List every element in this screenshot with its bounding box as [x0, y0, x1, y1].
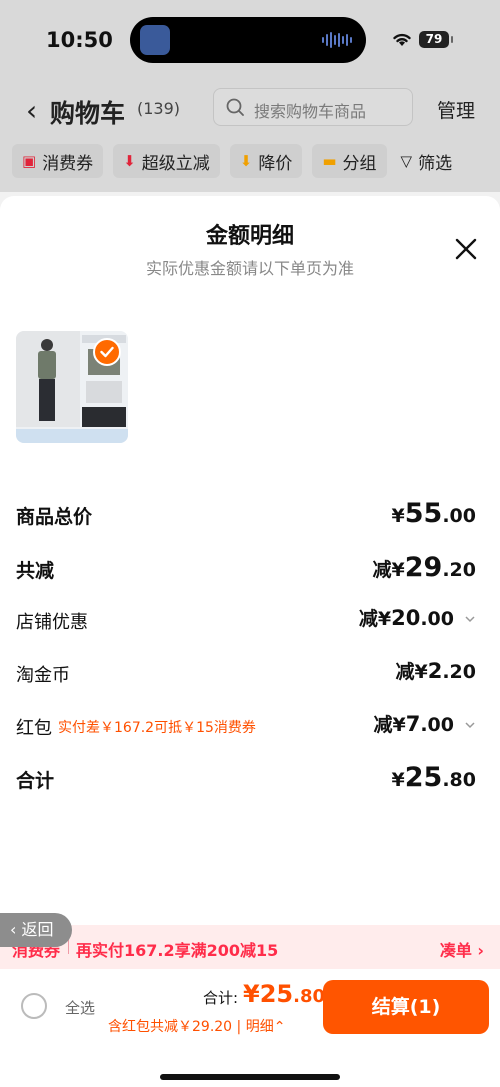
total-label: 合计:: [203, 989, 239, 1007]
chip-label: 超级立减: [141, 153, 210, 174]
row-value: 减¥20.00: [358, 606, 454, 630]
row-red-packet[interactable]: 红包 实付差￥167.2可抵￥15消费券 减¥7.00: [16, 706, 476, 746]
row-label: 合计: [16, 770, 55, 792]
search-icon: [226, 98, 244, 116]
chip-label: 筛选: [418, 153, 453, 174]
manage-button[interactable]: 管理: [437, 96, 475, 123]
app-icon: [140, 25, 170, 55]
battery-icon: 79: [419, 31, 453, 48]
select-all-label[interactable]: 全选: [65, 997, 95, 1018]
coupon-message: 再实付167.2享满200减15: [76, 941, 279, 960]
coupon-strip[interactable]: 消费券 再实付167.2享满200减15 凑单 ›: [0, 925, 500, 969]
row-grand-total: 合计 ¥25.80: [16, 758, 476, 798]
dynamic-island: [130, 17, 366, 63]
price-drop-icon: ⬇: [239, 152, 253, 170]
row-total-discount: 共减 减¥29.20: [16, 548, 476, 588]
chip-price-drop[interactable]: ⬇ 降价: [229, 144, 303, 178]
row-value: 减¥2.20: [395, 659, 476, 683]
ticket-icon: ▣: [22, 152, 37, 170]
row-total-price: 商品总价 ¥55.00: [16, 494, 476, 534]
checkout-button[interactable]: 结算(1): [323, 980, 489, 1034]
row-value: 减¥7.00: [373, 712, 454, 736]
chip-coupon[interactable]: ▣ 消费券: [12, 144, 104, 178]
page-title: 购物车: [50, 99, 126, 128]
row-store-discount[interactable]: 店铺优惠 减¥20.00: [16, 600, 476, 640]
home-indicator: [160, 1074, 340, 1080]
row-value: ¥25.80: [391, 762, 476, 793]
red-packet-tip: 实付差￥167.2可抵￥15消费券: [58, 720, 256, 736]
status-bar: 10:50 79: [0, 0, 500, 82]
sheet-subtitle: 实际优惠金额请以下单页为准: [145, 259, 354, 278]
clock: 10:50: [46, 28, 113, 52]
chip-super-discount[interactable]: ⬇ 超级立减: [113, 144, 220, 178]
down-arrow-icon: ⬇: [123, 152, 136, 170]
audio-wave-icon: [322, 31, 352, 49]
filter-icon: ▽: [400, 152, 413, 170]
select-all-radio[interactable]: [21, 993, 47, 1019]
wifi-icon: [393, 33, 411, 46]
back-button[interactable]: ‹: [26, 94, 37, 127]
selected-check-icon[interactable]: [93, 338, 121, 366]
close-icon[interactable]: [453, 236, 479, 262]
row-value: ¥55.00: [391, 498, 476, 529]
filter-chips: ▣ 消费券 ⬇ 超级立减 ⬇ 降价 ▬ 分组 ▽ 筛选: [12, 144, 456, 178]
row-label: 红包: [16, 718, 52, 739]
divider: [68, 940, 69, 954]
chevron-down-icon[interactable]: [464, 613, 476, 625]
row-label: 店铺优惠: [16, 612, 88, 633]
row-coins: 淘金币 减¥2.20: [16, 653, 476, 693]
chip-label: 消费券: [42, 153, 94, 174]
search-input[interactable]: 搜索购物车商品: [213, 88, 413, 126]
folder-icon: ▬: [322, 152, 337, 170]
row-value: 减¥29.20: [372, 552, 476, 583]
chip-label: 降价: [258, 153, 293, 174]
floating-back-button[interactable]: ‹ 返回: [0, 913, 72, 947]
cart-count: (139): [137, 99, 181, 118]
chevron-down-icon[interactable]: [464, 719, 476, 731]
row-label: 商品总价: [16, 506, 93, 528]
row-label: 共减: [16, 560, 55, 582]
detail-toggle[interactable]: 含红包共减￥29.20 | 明细⌃: [108, 1016, 285, 1036]
checkout-bar: 全选 合计: ¥25.80 含红包共减￥29.20 | 明细⌃ 结算(1): [0, 969, 500, 1087]
chip-filter[interactable]: ▽ 筛选: [397, 144, 457, 178]
chip-group[interactable]: ▬ 分组: [312, 144, 387, 178]
row-label: 淘金币: [16, 665, 70, 686]
add-items-link[interactable]: 凑单 ›: [440, 937, 484, 961]
sheet-title: 金额明细: [205, 224, 294, 249]
cart-header: ‹ 购物车 (139) 搜索购物车商品 管理 ▣ 消费券 ⬇ 超级立减 ⬇ 降价…: [0, 82, 500, 192]
search-placeholder: 搜索购物车商品: [254, 102, 367, 121]
total-value: ¥25.80: [243, 980, 325, 1008]
chip-label: 分组: [342, 153, 377, 174]
